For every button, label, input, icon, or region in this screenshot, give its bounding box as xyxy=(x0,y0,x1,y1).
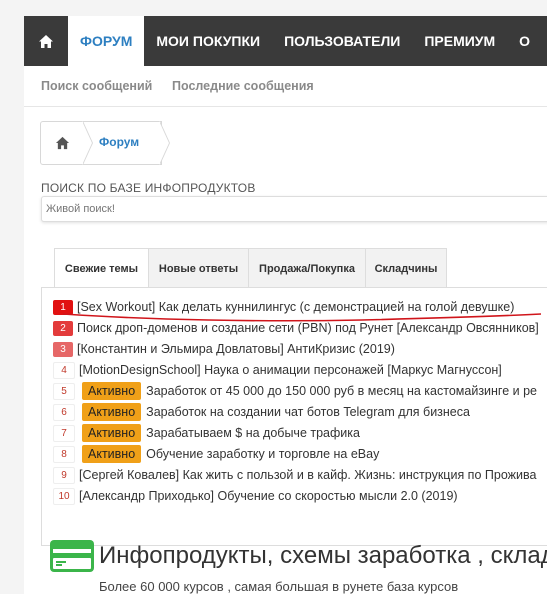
status-badge: Активно xyxy=(82,382,142,400)
home-icon xyxy=(55,136,69,150)
thread-title[interactable]: Обучение заработку и торговле на eBay xyxy=(146,447,379,461)
tab-users[interactable]: ПОЛЬЗОВАТЕЛИ xyxy=(272,16,412,66)
thread-title[interactable]: Зарабатываем $ на добыче трафика xyxy=(146,426,360,440)
breadcrumb-home[interactable] xyxy=(41,122,83,164)
thread-rank: 3 xyxy=(53,341,73,357)
promo-title: Инфопродукты, схемы заработка , складч xyxy=(99,542,547,569)
thread-title[interactable]: Поиск дроп-доменов и создание сети (PBN)… xyxy=(77,321,539,335)
breadcrumb-separator xyxy=(82,121,92,165)
thread-title[interactable]: Заработок на создании чат ботов Telegram… xyxy=(146,405,470,419)
promo-subtitle: Более 60 000 курсов , самая большая в ру… xyxy=(99,579,459,594)
search-title: ПОИСК ПО БАЗЕ ИНФОПРОДУКТОВ xyxy=(41,181,256,195)
thread-rank: 6 xyxy=(53,403,75,421)
search-posts-link[interactable]: Поиск сообщений xyxy=(41,79,152,93)
status-badge: Активно xyxy=(82,445,142,463)
live-search-input[interactable] xyxy=(41,196,547,222)
tab-new-replies[interactable]: Новые ответы xyxy=(148,248,249,288)
home-icon xyxy=(39,34,53,48)
thread-row[interactable]: 10 [Александр Приходько] Обучение со ско… xyxy=(53,486,458,506)
thread-row[interactable]: 6 Активно Заработок на создании чат бото… xyxy=(53,402,470,422)
tab-my-purchases[interactable]: МОИ ПОКУПКИ xyxy=(144,16,272,66)
tab-forum[interactable]: ФОРУМ xyxy=(68,16,145,66)
thread-title[interactable]: [MotionDesignSchool] Наука о анимации пе… xyxy=(79,363,502,377)
recent-posts-link[interactable]: Последние сообщения xyxy=(172,79,314,93)
top-navigation: ФОРУМ МОИ ПОКУПКИ ПОЛЬЗОВАТЕЛИ ПРЕМИУМ О xyxy=(24,16,547,66)
thread-row[interactable]: 7 Активно Зарабатываем $ на добыче трафи… xyxy=(53,423,360,443)
thread-row[interactable]: 9 [Сергей Ковалев] Как жить с пользой и … xyxy=(53,465,536,485)
thread-row[interactable]: 3 [Константин и Эльмира Довлатовы] АнтиК… xyxy=(53,339,395,359)
thread-row[interactable]: 4 [MotionDesignSchool] Наука о анимации … xyxy=(53,360,502,380)
status-badge: Активно xyxy=(82,403,142,421)
red-underline-annotation xyxy=(62,313,542,322)
credit-card-icon xyxy=(50,540,94,572)
thread-rank: 9 xyxy=(53,466,75,484)
thread-rank: 10 xyxy=(53,487,75,505)
sub-navigation: Поиск сообщений Последние сообщения xyxy=(24,66,547,107)
breadcrumb-forum[interactable]: Форум xyxy=(99,135,139,149)
tab-sale-purchase[interactable]: Продажа/Покупка xyxy=(248,248,366,288)
thread-rank: 4 xyxy=(53,361,75,379)
thread-row[interactable]: 8 Активно Обучение заработку и торговле … xyxy=(53,444,379,464)
home-button[interactable] xyxy=(24,16,68,66)
thread-rank: 5 xyxy=(53,382,75,400)
thread-row[interactable]: 5 Активно Заработок от 45 000 до 150 000… xyxy=(53,381,537,401)
tab-more[interactable]: О xyxy=(507,16,542,66)
thread-title[interactable]: [Александр Приходько] Обучение со скорос… xyxy=(79,489,458,503)
status-badge: Активно xyxy=(82,424,142,442)
breadcrumb-separator xyxy=(159,121,169,165)
thread-rank: 8 xyxy=(53,445,75,463)
thread-tabs: Свежие темы Новые ответы Продажа/Покупка… xyxy=(54,248,447,289)
thread-title[interactable]: Заработок от 45 000 до 150 000 руб в мес… xyxy=(146,384,537,398)
tab-fresh-topics[interactable]: Свежие темы xyxy=(54,248,149,289)
thread-rank: 7 xyxy=(53,424,75,442)
tab-premium[interactable]: ПРЕМИУМ xyxy=(412,16,507,66)
thread-title[interactable]: [Константин и Эльмира Довлатовы] АнтиКри… xyxy=(77,342,395,356)
thread-title[interactable]: [Сергей Ковалев] Как жить с пользой и в … xyxy=(79,468,536,482)
tab-group-buys[interactable]: Складчины xyxy=(365,248,447,288)
